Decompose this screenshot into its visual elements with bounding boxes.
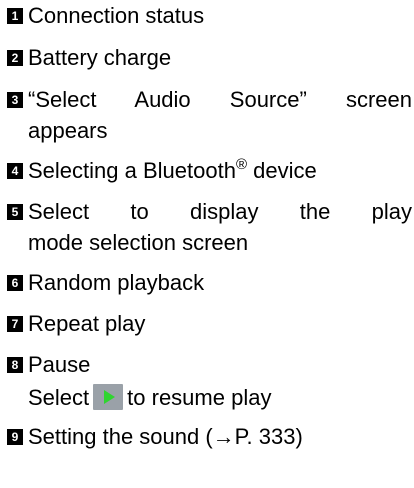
legend-item-text-line1: Select to display the play	[28, 199, 412, 224]
legend-item-text: Battery charge	[28, 45, 172, 70]
legend-item-3: 3 “Select Audio Source” screen appears	[6, 84, 412, 146]
number-badge: 4	[7, 163, 23, 179]
number-badge: 3	[7, 92, 23, 108]
legend-item-9: 9 Setting the sound (→P. 333)	[6, 421, 412, 453]
legend-item-text-line1: “Select Audio Source” screen	[28, 87, 412, 112]
number-badge: 2	[7, 50, 23, 66]
legend-item-7: 7 Repeat play	[6, 308, 412, 340]
legend-item-text-line2: appears	[28, 118, 108, 143]
legend-item-text-line2: mode selection screen	[28, 230, 249, 255]
number-badge: 9	[7, 429, 23, 445]
legend-item-6: 6 Random playback	[6, 267, 412, 299]
legend-item-text: Repeat play	[28, 311, 146, 336]
legend-item-text: Setting the sound (→P. 333)	[28, 424, 303, 449]
legend-item-text: Random playback	[28, 270, 205, 295]
legend-item-1: 1 Connection status	[6, 0, 412, 32]
number-badge: 5	[7, 204, 23, 220]
legend-item-8: 8 Pause Select to resume play	[6, 349, 412, 413]
legend-item-4: 4 Selecting a Bluetooth® device	[6, 155, 412, 187]
play-icon	[93, 384, 124, 410]
legend-item-text-line2: Select to resume play	[28, 384, 272, 410]
legend-item-5: 5 Select to display the play mode select…	[6, 196, 412, 258]
numbered-legend-list: 1 Connection status 2 Battery charge 3 “…	[6, 0, 412, 453]
legend-item-text: Connection status	[28, 3, 205, 28]
number-badge: 1	[7, 8, 23, 24]
number-badge: 6	[7, 275, 23, 291]
legend-item-2: 2 Battery charge	[6, 42, 412, 74]
legend-item-text: Selecting a Bluetooth® device	[28, 156, 317, 183]
number-badge: 8	[7, 357, 23, 373]
number-badge: 7	[7, 316, 23, 332]
registered-mark: ®	[235, 156, 247, 173]
legend-item-text-line1: Pause	[28, 352, 91, 377]
